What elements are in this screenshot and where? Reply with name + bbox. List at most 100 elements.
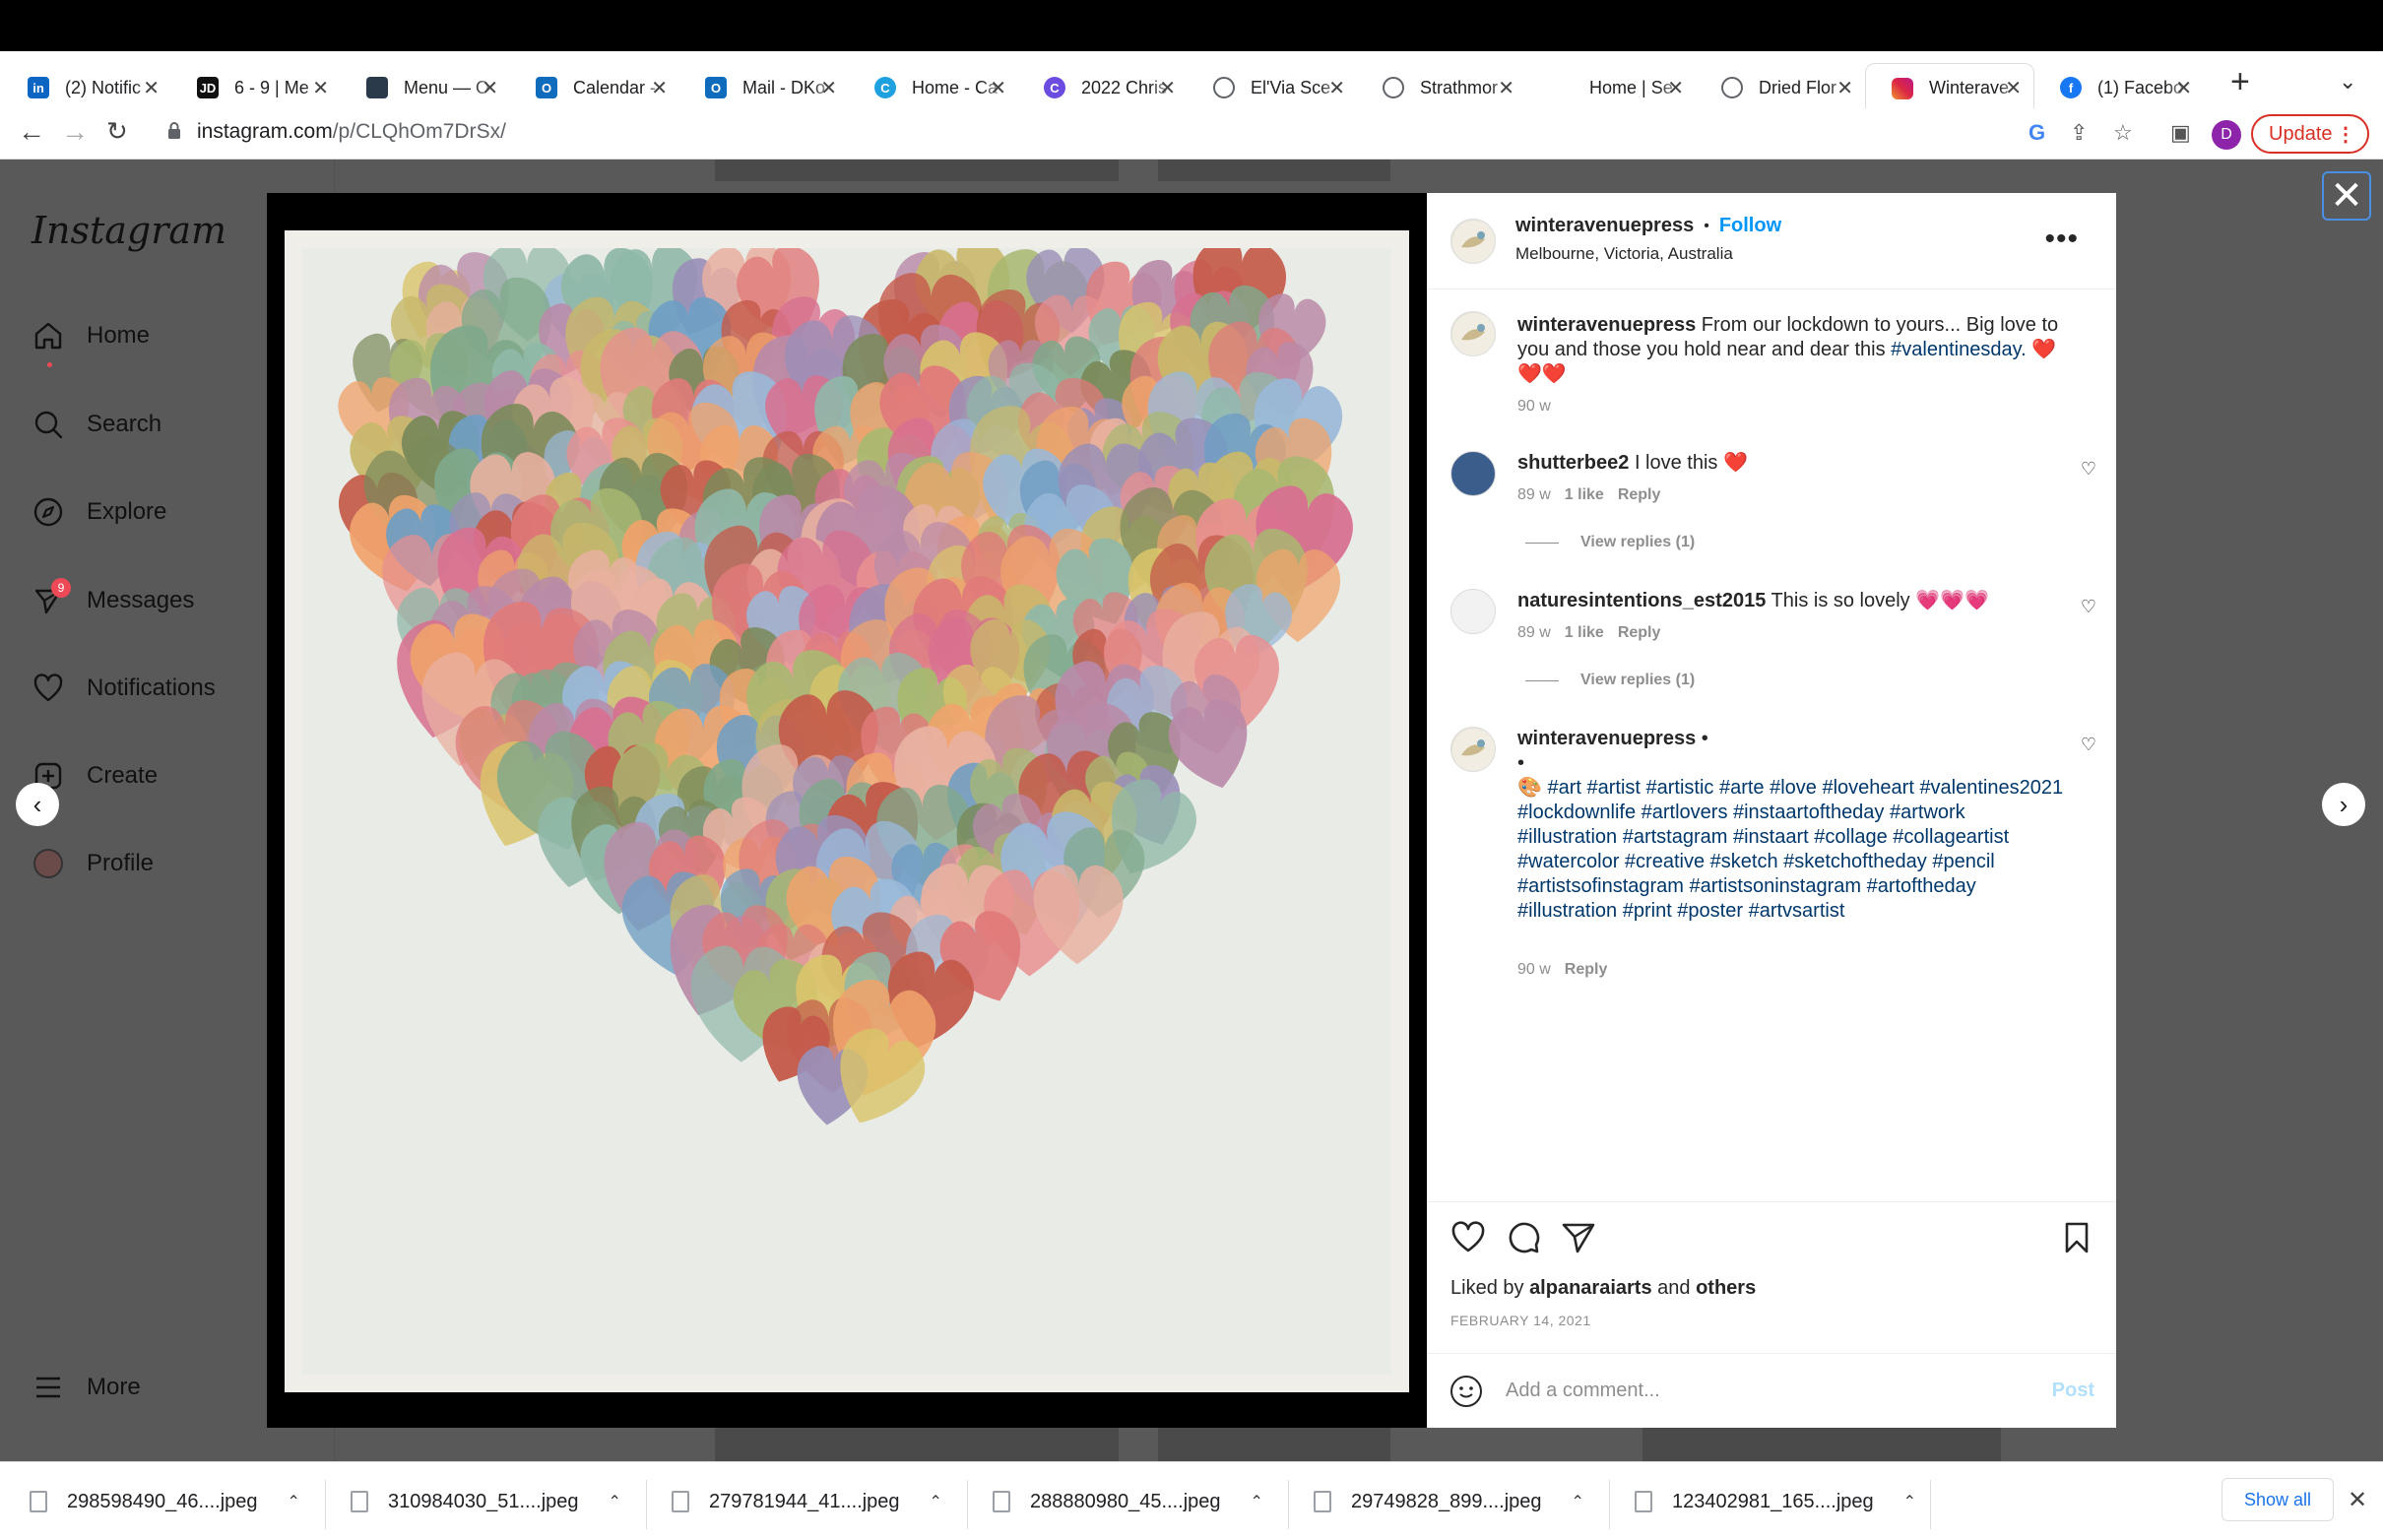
browser-tab[interactable]: f (1) Facebo ✕ [2034, 63, 2204, 112]
download-item[interactable]: 29749828_899....jpeg ⌃ [1314, 1482, 1584, 1521]
view-replies-button[interactable]: View replies (1) [1525, 534, 1695, 551]
follow-button[interactable]: Follow [1719, 215, 1781, 237]
post-media[interactable] [267, 193, 1427, 1428]
download-item[interactable]: 123402981_165....jpeg ⌃ [1635, 1482, 1916, 1521]
comment-input[interactable]: Add a comment... [1506, 1380, 1660, 1402]
url-field[interactable]: instagram.com/p/CLQhOm7DrSx/ [197, 120, 506, 144]
emoji-icon[interactable] [1450, 1376, 1482, 1407]
caption-hashtag[interactable]: #valentinesday. [1891, 339, 2027, 360]
like-comment-heart-icon[interactable]: ♡ [2081, 459, 2096, 480]
bookmark-star-icon[interactable]: ☆ [2113, 120, 2133, 146]
next-post-button[interactable]: › [2322, 783, 2365, 826]
liked-by-others[interactable]: others [1696, 1277, 1756, 1299]
sidebar-item-home[interactable]: Home [32, 319, 150, 353]
download-item[interactable]: 279781944_41....jpeg ⌃ [672, 1482, 942, 1521]
tab-search-chevron-icon[interactable]: ⌄ [2339, 69, 2356, 95]
tab-close-icon[interactable]: ✕ [1159, 76, 1176, 100]
browser-tab[interactable]: in (2) Notific ✕ [2, 63, 171, 112]
sidebar-item-profile[interactable]: Profile [32, 847, 154, 880]
sidebar-item-notifications[interactable]: Notifications [32, 672, 216, 705]
save-bookmark-icon[interactable] [2059, 1220, 2094, 1255]
share-paper-plane-icon[interactable] [1561, 1220, 1596, 1255]
post-comment-button[interactable]: Post [2052, 1380, 2094, 1402]
chevron-up-icon[interactable]: ⌃ [288, 1492, 300, 1511]
new-tab-button[interactable]: + [2230, 63, 2250, 101]
caption-username[interactable]: winteravenuepress [1517, 314, 1696, 336]
tab-close-icon[interactable]: ✕ [2005, 76, 2022, 100]
tab-close-icon[interactable]: ✕ [990, 76, 1006, 100]
google-icon[interactable]: G [2029, 120, 2045, 146]
back-arrow-icon[interactable]: ← [18, 116, 45, 148]
tab-close-icon[interactable]: ✕ [143, 76, 160, 100]
chevron-up-icon[interactable]: ⌃ [1903, 1492, 1916, 1511]
download-item[interactable]: 288880980_45....jpeg ⌃ [993, 1482, 1263, 1521]
chevron-up-icon[interactable]: ⌃ [930, 1492, 942, 1511]
tab-close-icon[interactable]: ✕ [2175, 76, 2192, 100]
sidebar-item-more[interactable]: More [32, 1371, 141, 1404]
tab-close-icon[interactable]: ✕ [1328, 76, 1345, 100]
tab-close-icon[interactable]: ✕ [651, 76, 668, 100]
sidebar-item-messages[interactable]: 9 Messages [32, 578, 194, 617]
tab-close-icon[interactable]: ✕ [1667, 76, 1684, 100]
show-all-downloads-button[interactable]: Show all [2222, 1478, 2334, 1521]
browser-tab[interactable]: O Calendar - ✕ [510, 63, 679, 112]
chevron-up-icon[interactable]: ⌃ [1251, 1492, 1263, 1511]
chevron-up-icon[interactable]: ⌃ [609, 1492, 621, 1511]
comment-time[interactable]: 89 w [1517, 486, 1551, 503]
browser-tab[interactable]: C 2022 Chris ✕ [1018, 63, 1188, 112]
browser-tab[interactable]: O Mail - DKo ✕ [679, 63, 849, 112]
download-item[interactable]: 298598490_46....jpeg ⌃ [30, 1482, 300, 1521]
update-button[interactable]: Update ⋮ [2251, 114, 2369, 154]
download-item[interactable]: 310984030_51....jpeg ⌃ [351, 1482, 621, 1521]
comment-time[interactable]: 89 w [1517, 624, 1551, 641]
comment-time[interactable]: 90 w [1517, 961, 1551, 978]
comment-username[interactable]: winteravenuepress [1517, 728, 1696, 749]
forward-arrow-icon[interactable]: → [61, 116, 89, 148]
chevron-up-icon[interactable]: ⌃ [1572, 1492, 1584, 1511]
tab-close-icon[interactable]: ✕ [312, 76, 329, 100]
close-modal-button[interactable]: ✕ [2322, 171, 2371, 221]
reply-button[interactable]: Reply [1618, 624, 1661, 641]
comment-username[interactable]: naturesintentions_est2015 [1517, 590, 1766, 611]
reply-button[interactable]: Reply [1618, 486, 1661, 503]
comment-username[interactable]: shutterbee2 [1517, 452, 1629, 474]
author-username[interactable]: winteravenuepress [1515, 215, 1694, 237]
browser-tab[interactable]: JD 6 - 9 | Me ✕ [171, 63, 341, 112]
browser-tab[interactable]: Winterave ✕ [1865, 63, 2034, 112]
profile-avatar[interactable]: D [2212, 120, 2241, 150]
author-avatar[interactable] [1450, 311, 1496, 356]
author-avatar[interactable] [1450, 219, 1496, 264]
post-date[interactable]: FEBRUARY 14, 2021 [1450, 1313, 1591, 1328]
sidebar-item-explore[interactable]: Explore [32, 495, 166, 529]
commenter-avatar[interactable] [1450, 589, 1496, 634]
share-icon[interactable]: ⇪ [2070, 120, 2088, 146]
post-location[interactable]: Melbourne, Victoria, Australia [1515, 244, 1733, 264]
reply-button[interactable]: Reply [1565, 961, 1608, 978]
comment-likes[interactable]: 1 like [1565, 486, 1604, 503]
browser-tab[interactable]: Dried Flor ✕ [1696, 63, 1865, 112]
author-avatar[interactable] [1450, 727, 1496, 772]
tab-close-icon[interactable]: ✕ [1498, 76, 1514, 100]
previous-post-button[interactable]: ‹ [16, 783, 59, 826]
tab-close-icon[interactable]: ✕ [1836, 76, 1853, 100]
comment-bubble-icon[interactable] [1506, 1220, 1541, 1255]
hashtag-list[interactable]: #art #artist #artistic #arte #love #love… [1517, 777, 2063, 922]
comment-likes[interactable]: 1 like [1565, 624, 1604, 641]
browser-tab[interactable]: Home | Se ✕ [1526, 63, 1696, 112]
like-comment-heart-icon[interactable]: ♡ [2081, 735, 2096, 755]
side-panel-icon[interactable]: ▣ [2170, 120, 2191, 146]
like-comment-heart-icon[interactable]: ♡ [2081, 597, 2096, 617]
browser-tab[interactable]: Strathmor ✕ [1357, 63, 1526, 112]
instagram-logo[interactable]: Instagram [32, 209, 226, 252]
reload-icon[interactable]: ↻ [106, 116, 128, 147]
close-downloads-icon[interactable]: ✕ [2348, 1486, 2367, 1514]
caption-time[interactable]: 90 w [1517, 398, 1551, 416]
browser-tab[interactable]: Menu — O ✕ [341, 63, 510, 112]
browser-tab[interactable]: El'Via Sce ✕ [1188, 63, 1357, 112]
commenter-avatar[interactable] [1450, 451, 1496, 496]
more-options-icon[interactable]: ••• [2044, 223, 2079, 256]
sidebar-item-search[interactable]: Search [32, 408, 161, 441]
tab-close-icon[interactable]: ✕ [820, 76, 837, 100]
tab-close-icon[interactable]: ✕ [482, 76, 498, 100]
liked-by-user[interactable]: alpanaraiarts [1529, 1277, 1652, 1299]
